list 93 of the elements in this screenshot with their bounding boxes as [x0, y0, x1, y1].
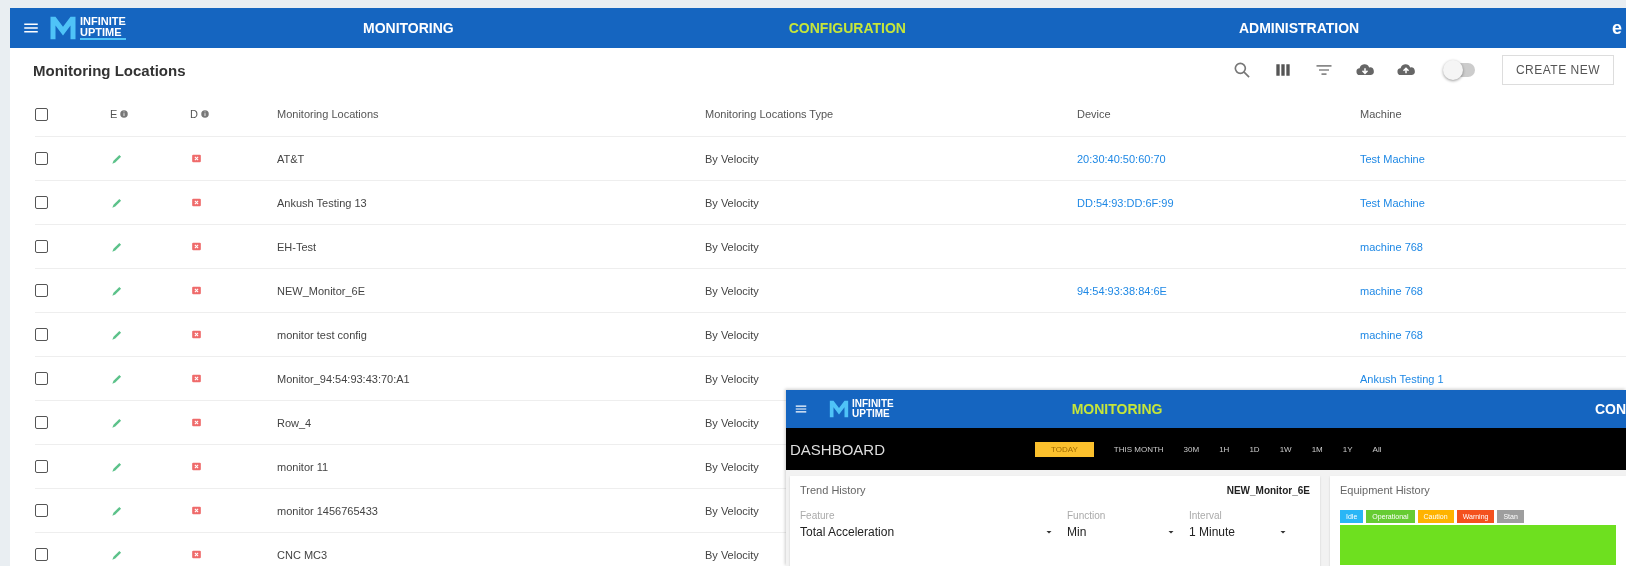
column-header: Monitoring Locations [277, 108, 379, 120]
table-cell: Row_4 [277, 416, 312, 429]
info-icon [199, 109, 210, 119]
logo-text: UPTIME [852, 409, 891, 419]
table-cell: By Velocity [705, 460, 759, 473]
checkbox[interactable] [35, 240, 48, 253]
info-icon [119, 109, 130, 119]
table-cell: By Velocity [705, 196, 759, 209]
card-title: Trend History [800, 484, 866, 496]
field-label: Feature [800, 510, 836, 521]
account-initial[interactable]: e [1612, 17, 1622, 39]
checkbox[interactable] [35, 107, 48, 121]
machine-link[interactable]: machine 768 [1360, 240, 1423, 253]
logo-icon [828, 398, 850, 420]
table-cell: By Velocity [705, 416, 759, 429]
card-title: Equipment History [1340, 484, 1430, 496]
checkbox[interactable] [35, 284, 48, 297]
table-cell: By Velocity [705, 284, 759, 297]
machine-link[interactable]: Test Machine [1360, 196, 1425, 209]
machine-link[interactable]: machine 768 [1360, 328, 1423, 341]
delete-icon[interactable] [190, 196, 203, 209]
field-label: Function [1067, 510, 1107, 521]
checkbox[interactable] [35, 328, 48, 341]
table-cell: AT&T [277, 152, 305, 165]
range-tab[interactable]: 30M [1183, 441, 1200, 457]
machine-link[interactable]: machine 768 [1360, 284, 1423, 297]
delete-icon[interactable] [190, 504, 203, 517]
checkbox[interactable] [35, 504, 48, 517]
checkbox[interactable] [35, 152, 48, 165]
range-tab[interactable]: THIS MONTH [1113, 441, 1164, 457]
table-cell: CNC MC3 [277, 548, 328, 561]
delete-icon[interactable] [190, 460, 203, 473]
table-cell: By Velocity [705, 504, 759, 517]
table-cell: By Velocity [705, 548, 759, 561]
delete-icon[interactable] [190, 416, 203, 429]
column-header: Monitoring Locations Type [705, 108, 834, 120]
delete-icon[interactable] [190, 372, 203, 385]
table-cell: By Velocity [705, 328, 759, 341]
table-cell: monitor test config [277, 328, 367, 341]
range-tab[interactable]: All [1372, 441, 1382, 457]
table-cell: Ankush Testing 13 [277, 196, 367, 209]
delete-icon[interactable] [190, 328, 203, 341]
toggle-switch[interactable] [1444, 63, 1475, 77]
table-cell: EH-Test [277, 240, 317, 253]
device-link[interactable]: 20:30:40:50:60:70 [1077, 152, 1166, 165]
table-cell: monitor 1456765433 [277, 504, 378, 517]
monitor-name: NEW_Monitor_6E [1226, 484, 1310, 496]
delete-icon[interactable] [190, 152, 203, 165]
logo-text: INFINITE [80, 16, 126, 27]
dropdown-field[interactable]: Total Acceleration [800, 525, 1055, 539]
column-header: D [190, 108, 198, 120]
dropdown-field[interactable]: Min [1067, 525, 1177, 539]
create-new-button[interactable]: CREATE NEW [1501, 55, 1614, 85]
device-link[interactable]: 94:54:93:38:84:6E [1077, 284, 1167, 297]
panel-title: Monitoring Locations [33, 61, 187, 79]
dropdown-field[interactable]: 1 Minute [1189, 525, 1289, 539]
nav-tab[interactable]: MONITORING [1071, 401, 1163, 417]
range-tab[interactable]: 1H [1219, 441, 1230, 457]
nav-tab[interactable]: CONFIGURATION [788, 20, 906, 36]
logo-text: INFINITE [852, 399, 894, 409]
nav-tab[interactable]: CON [1594, 401, 1626, 417]
table-cell: By Velocity [705, 240, 759, 253]
field-label: Interval [1189, 510, 1223, 521]
checkbox[interactable] [35, 196, 48, 209]
range-tab[interactable]: 1W [1279, 441, 1292, 457]
dashboard-title: DASHBOARD [790, 440, 887, 458]
range-tab[interactable]: 1Y [1342, 441, 1353, 457]
checkbox[interactable] [35, 460, 48, 473]
device-link[interactable]: DD:54:93:DD:6F:99 [1077, 196, 1174, 209]
nav-tab[interactable]: ADMINISTRATION [1238, 20, 1360, 36]
delete-icon[interactable] [190, 548, 203, 561]
range-tab[interactable]: TODAY [1035, 441, 1094, 457]
table-cell: Monitor_94:54:93:43:70:A1 [277, 372, 410, 385]
table-cell: By Velocity [705, 372, 759, 385]
range-tab[interactable]: 1M [1311, 441, 1323, 457]
delete-icon[interactable] [190, 284, 203, 297]
column-header: Machine [1360, 108, 1402, 120]
logo[interactable]: INFINITE UPTIME [828, 398, 894, 420]
column-header: Device [1077, 108, 1111, 120]
column-header: E [110, 108, 118, 120]
logo[interactable]: INFINITE UPTIME [48, 13, 198, 43]
range-tab[interactable]: 1D [1249, 441, 1260, 457]
delete-icon[interactable] [190, 240, 203, 253]
checkbox[interactable] [35, 416, 48, 429]
logo-text: UPTIME [80, 27, 123, 38]
table-cell: monitor 11 [277, 460, 329, 473]
machine-link[interactable]: Test Machine [1360, 152, 1425, 165]
checkbox[interactable] [35, 548, 48, 561]
machine-link[interactable]: Ankush Testing 1 [1360, 372, 1444, 385]
checkbox[interactable] [35, 372, 48, 385]
table-cell: By Velocity [705, 152, 759, 165]
table-cell: NEW_Monitor_6E [277, 284, 366, 297]
nav-tab[interactable]: MONITORING [363, 20, 454, 36]
